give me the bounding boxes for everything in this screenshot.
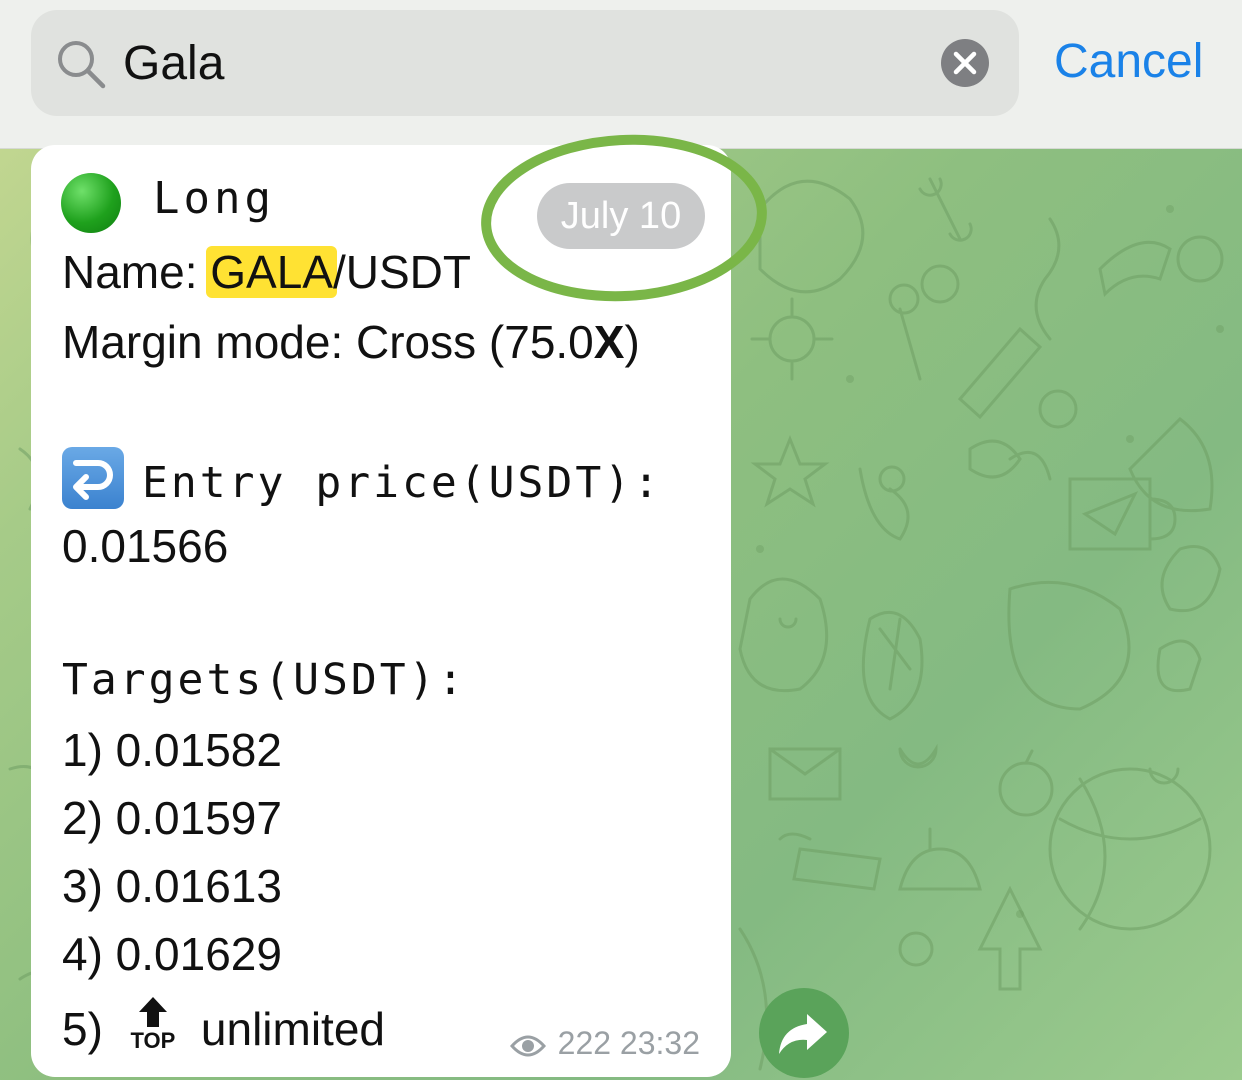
clear-icon	[953, 51, 977, 75]
name-pair: /USDT	[333, 246, 471, 298]
top-arrow-icon: TOP	[127, 995, 179, 1053]
cancel-button[interactable]: Cancel	[1054, 34, 1203, 89]
eye-icon	[509, 1035, 546, 1057]
share-button[interactable]	[759, 988, 849, 1078]
green-circle-emoji-icon	[61, 173, 121, 233]
search-highlight: GALA	[206, 246, 337, 298]
search-input[interactable]	[123, 30, 903, 96]
share-icon	[779, 1014, 827, 1054]
right-arrow-curving-left-icon	[62, 447, 124, 509]
search-icon	[58, 41, 106, 89]
name-line: Name: GALA/USDT	[62, 245, 471, 299]
direction-text: Long	[153, 173, 275, 224]
margin-line: Margin mode: Cross (75.0X)	[62, 315, 640, 369]
clear-search-button[interactable]	[941, 39, 989, 87]
targets-label: Targets(USDT):	[62, 655, 467, 705]
target-5: 5) TOP unlimited	[62, 995, 385, 1056]
margin-close: )	[624, 316, 640, 368]
search-field[interactable]	[31, 10, 1019, 116]
entry-label: Entry price(USDT):	[142, 458, 662, 508]
target-4: 4) 0.01629	[62, 928, 282, 980]
annotation-circle	[481, 134, 767, 302]
message-meta: 222 23:32	[509, 1025, 700, 1065]
message-time: 23:32	[619, 1025, 700, 1061]
margin-x: X	[593, 316, 625, 368]
entry-value: 0.01566	[62, 520, 229, 572]
target-5-value: unlimited	[200, 1003, 385, 1055]
target-1: 1) 0.01582	[62, 724, 282, 776]
margin-label: Margin mode: Cross (75.0	[62, 316, 594, 368]
target-3: 3) 0.01613	[62, 860, 282, 912]
view-count: 222	[557, 1025, 612, 1061]
top-icon-text: TOP	[130, 1028, 176, 1053]
target-2: 2) 0.01597	[62, 792, 282, 844]
name-label: Name:	[62, 246, 211, 298]
entry-line: Entry price(USDT):	[62, 447, 662, 509]
target-5-prefix: 5)	[62, 1003, 103, 1055]
